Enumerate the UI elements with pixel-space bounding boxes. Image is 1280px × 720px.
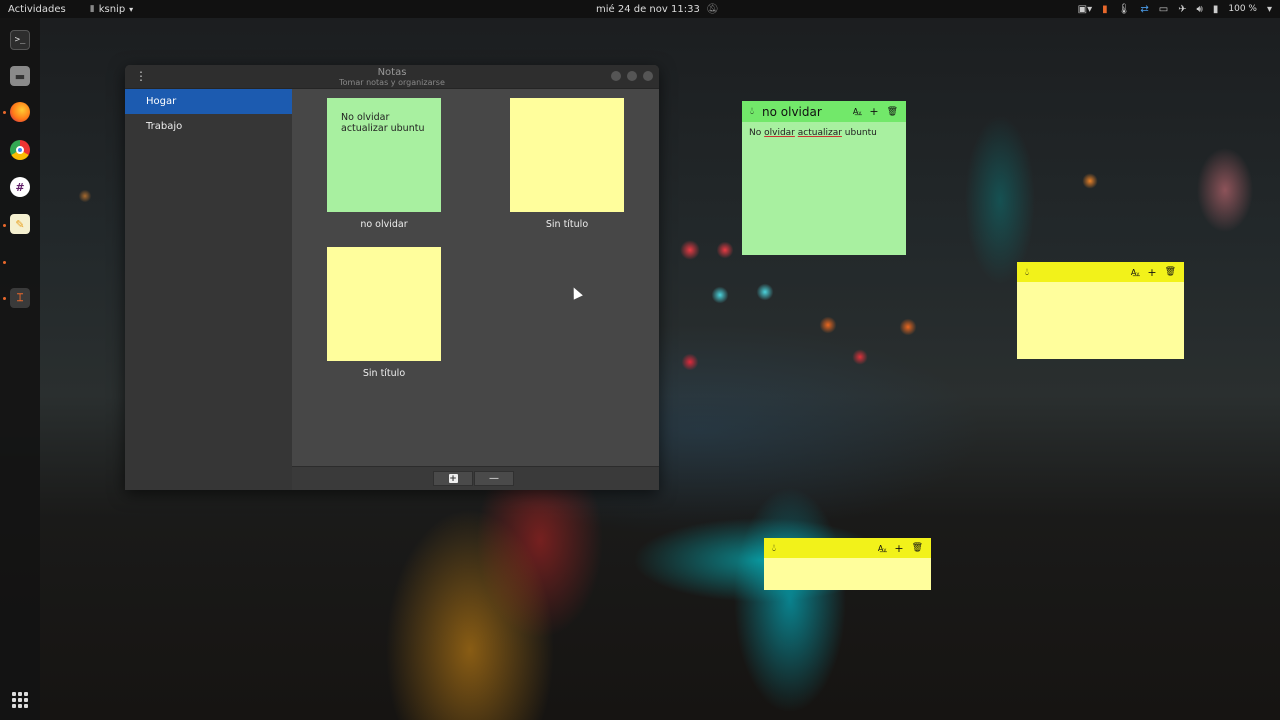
sticky-body[interactable] <box>764 558 931 570</box>
add-icon[interactable]: + <box>894 542 903 555</box>
sticky-note[interactable]: 💧︎ A͟ᵧ + 🗑︎ <box>764 538 931 590</box>
sticky-body[interactable] <box>1017 282 1184 294</box>
running-indicator <box>3 111 6 114</box>
slack-icon[interactable]: # <box>10 177 30 197</box>
minimize-button[interactable] <box>611 71 621 81</box>
sticky-header[interactable]: 💧︎ A͟ᵧ + 🗑︎ <box>764 538 931 558</box>
sticky-word-misspelled: actualizar <box>797 128 842 138</box>
trash-icon[interactable]: 🗑︎ <box>1165 267 1176 277</box>
window-controls <box>611 71 653 81</box>
sticky-header[interactable]: 💧︎ no olvidar A͟ᵧ + 🗑︎ <box>742 101 906 122</box>
note-title: no olvidar <box>360 219 408 230</box>
color-drop-icon[interactable]: 💧︎ <box>1025 267 1029 278</box>
color-drop-icon[interactable]: 💧︎ <box>750 106 754 117</box>
running-indicator <box>3 297 6 300</box>
airplane-icon[interactable]: ✈︎ <box>1178 4 1186 15</box>
sidebar-item-hogar[interactable]: Hogar <box>125 89 292 114</box>
sticky-word-misspelled: olvidar <box>764 128 795 138</box>
ksnip-tray-icon[interactable]: ▮ <box>1102 4 1108 15</box>
battery-label: 100 % <box>1228 4 1257 14</box>
notes-grid: No olvidar actualizar ubuntu no olvidar … <box>292 89 659 466</box>
sticky-body[interactable]: No olvidar actualizar ubuntu <box>742 122 906 144</box>
screen-icon[interactable]: ▭ <box>1159 4 1168 15</box>
close-button[interactable] <box>643 71 653 81</box>
clock-label: mié 24 de nov 11:33 <box>596 3 700 15</box>
spellcheck-icon[interactable]: A͟ᵧ <box>878 544 886 553</box>
window-titlebar[interactable]: ⋮ Notas Tomar notas y organizarse <box>125 65 659 89</box>
note-title: Sin título <box>545 219 589 230</box>
battery-icon[interactable]: ▮ <box>1213 4 1219 15</box>
dock: >_ ▬ # ✎ ⌶ <box>0 18 40 720</box>
sticky-note[interactable]: 💧︎ A͟ᵧ + 🗑︎ <box>1017 262 1184 359</box>
top-bar: Actividades ▮ ksnip ▾ mié 24 de nov 11:3… <box>0 0 1280 18</box>
trash-icon[interactable]: 🗑︎ <box>912 543 923 553</box>
text-editor-icon[interactable]: ✎ <box>10 214 30 234</box>
sticky-tools: A͟ᵧ + 🗑︎ <box>878 542 923 555</box>
power-menu-icon[interactable]: ▾ <box>1267 4 1272 15</box>
note-title: Sin título <box>362 368 406 379</box>
notifications-muted-icon: 🔕︎ <box>705 3 719 15</box>
add-icon: + <box>448 473 458 484</box>
activities-button[interactable]: Actividades <box>8 4 66 15</box>
chevron-down-icon: ▾ <box>129 4 134 14</box>
notas-window: ⋮ Notas Tomar notas y organizarse Hogar … <box>125 65 659 490</box>
chrome-icon[interactable] <box>10 140 30 160</box>
system-tray[interactable]: ▣▾ ▮ 🌡︎ ⇄ ▭ ✈︎ 🔊︎ ▮ 100 % ▾ <box>1078 4 1272 15</box>
sticky-header[interactable]: 💧︎ A͟ᵧ + 🗑︎ <box>1017 262 1184 282</box>
spellcheck-icon[interactable]: A͟ᵧ <box>1131 268 1139 277</box>
remove-icon: — <box>489 473 499 484</box>
sidebar: Hogar Trabajo <box>125 89 292 490</box>
thermometer-icon[interactable]: 🌡︎ <box>1118 4 1131 15</box>
app-menu[interactable]: ▮ ksnip ▾ <box>90 4 133 15</box>
ksnip-icon[interactable]: ⌶ <box>10 288 30 308</box>
sticky-word: No <box>749 128 762 138</box>
running-indicator <box>3 261 6 264</box>
files-icon[interactable]: ▬ <box>10 66 30 86</box>
sidebar-item-trabajo[interactable]: Trabajo <box>125 114 292 139</box>
show-applications-icon[interactable] <box>12 692 28 708</box>
sticky-word: ubuntu <box>844 128 877 138</box>
sticky-title[interactable]: no olvidar <box>762 105 853 119</box>
window-title: Notas <box>377 67 407 78</box>
running-indicator <box>3 224 6 227</box>
note-card[interactable] <box>510 98 624 212</box>
add-note-button[interactable]: + <box>433 471 473 486</box>
terminal-icon[interactable]: >_ <box>10 30 30 50</box>
firefox-icon[interactable] <box>10 102 30 122</box>
clipboard-icon[interactable]: ▣▾ <box>1078 4 1092 15</box>
note-card[interactable]: No olvidar actualizar ubuntu <box>327 98 441 212</box>
add-icon[interactable]: + <box>869 105 878 118</box>
note-preview-text: No olvidar actualizar ubuntu <box>341 112 425 134</box>
remove-note-button[interactable]: — <box>474 471 514 486</box>
maximize-button[interactable] <box>627 71 637 81</box>
clock[interactable]: mié 24 de nov 11:33 🔕︎ <box>596 4 719 15</box>
color-drop-icon[interactable]: 💧︎ <box>772 543 776 554</box>
sticky-note[interactable]: 💧︎ no olvidar A͟ᵧ + 🗑︎ No olvidar actual… <box>742 101 906 255</box>
note-card[interactable] <box>327 247 441 361</box>
ksnip-icon: ▮ <box>89 4 95 14</box>
bottom-toolbar: + — <box>292 466 659 490</box>
sticky-tools: A͟ᵧ + 🗑︎ <box>853 105 898 118</box>
volume-icon[interactable]: 🔊︎ <box>1197 4 1203 15</box>
add-icon[interactable]: + <box>1147 266 1156 279</box>
network-icon[interactable]: ⇄ <box>1140 4 1148 15</box>
trash-icon[interactable]: 🗑︎ <box>887 107 898 117</box>
spellcheck-icon[interactable]: A͟ᵧ <box>853 107 861 116</box>
sticky-tools: A͟ᵧ + 🗑︎ <box>1131 266 1176 279</box>
window-subtitle: Tomar notas y organizarse <box>339 78 445 87</box>
app-menu-label: ksnip <box>98 3 126 15</box>
